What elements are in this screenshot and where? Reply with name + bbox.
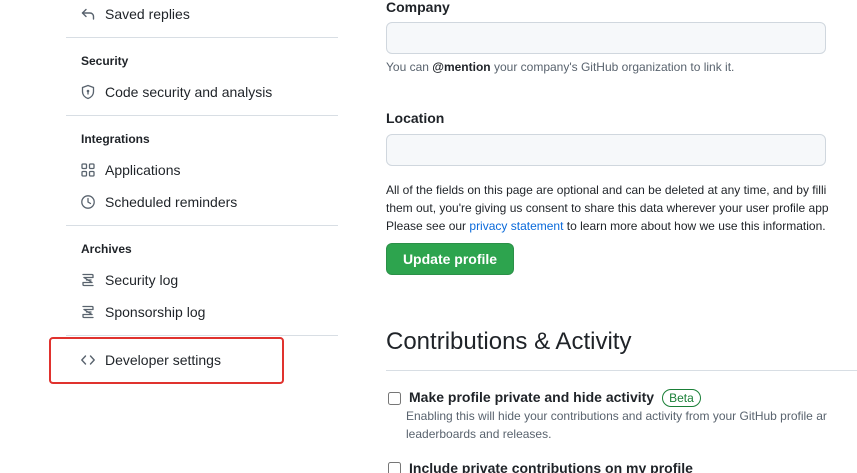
company-input[interactable] [386, 22, 826, 54]
sidebar-group-title-archives: Archives [81, 242, 132, 256]
beta-badge: Beta [662, 389, 701, 407]
developer-settings-highlight [49, 337, 284, 384]
update-profile-button[interactable]: Update profile [386, 243, 514, 275]
sidebar-group-title-security: Security [81, 54, 129, 68]
log-icon [80, 304, 96, 320]
sidebar-divider [66, 335, 338, 336]
reply-icon [80, 6, 96, 22]
settings-page: Saved replies Security Code security and… [0, 0, 857, 473]
apps-grid-icon [80, 162, 96, 178]
clock-icon [80, 194, 96, 210]
privacy-statement-link[interactable]: privacy statement [469, 219, 563, 233]
location-label: Location [386, 110, 445, 126]
private-profile-description: Enabling this will hide your contributio… [406, 409, 827, 441]
sidebar-group-title-integrations: Integrations [81, 132, 150, 146]
sidebar-item-security-log[interactable]: Security log [80, 268, 178, 292]
company-note: You can @mention your company's GitHub o… [386, 60, 735, 74]
private-contributions-label: Include private contributions on my prof… [409, 460, 693, 473]
log-icon [80, 272, 96, 288]
sidebar-item-label: Security log [105, 272, 179, 288]
company-label: Company [386, 0, 450, 15]
sidebar-item-label: Code security and analysis [105, 84, 273, 100]
consent-notice: All of the fields on this page are optio… [386, 183, 829, 233]
sidebar-item-sponsorship-log[interactable]: Sponsorship log [80, 300, 205, 324]
sidebar-divider [66, 115, 338, 116]
contributions-section-title: Contributions & Activity [386, 328, 632, 355]
private-profile-option: Make profile private and hide activity Be… [386, 389, 701, 407]
sidebar-item-label: Saved replies [105, 6, 190, 22]
sidebar-item-saved-replies[interactable]: Saved replies [80, 2, 190, 26]
sidebar-item-applications[interactable]: Applications [80, 158, 181, 182]
section-divider [386, 370, 857, 371]
sidebar-item-code-security[interactable]: Code security and analysis [80, 80, 272, 104]
sidebar-divider [66, 225, 338, 226]
sidebar-item-scheduled-reminders[interactable]: Scheduled reminders [80, 190, 237, 214]
mention-text: @mention [432, 60, 491, 74]
sidebar-item-label: Sponsorship log [105, 304, 206, 320]
sidebar-item-label: Scheduled reminders [105, 194, 238, 210]
sidebar-divider [66, 37, 338, 38]
sidebar-item-label: Applications [105, 162, 181, 178]
private-profile-checkbox[interactable] [388, 391, 401, 405]
location-input[interactable] [386, 134, 826, 166]
shield-icon [80, 84, 96, 100]
private-contributions-checkbox[interactable] [388, 461, 401, 473]
private-contributions-option: Include private contributions on my prof… [386, 460, 693, 473]
private-profile-label: Make profile private and hide activity Be… [409, 389, 701, 407]
